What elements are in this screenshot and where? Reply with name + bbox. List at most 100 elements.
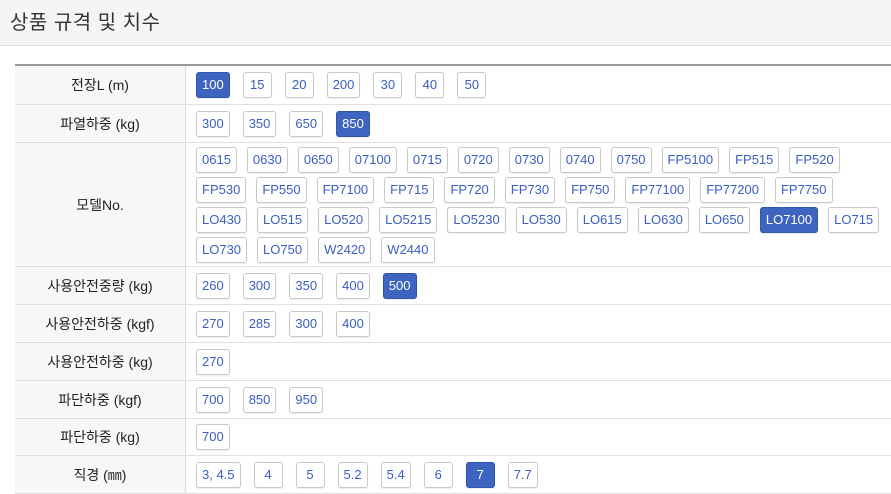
spec-label: 사용안전하중 (kg) xyxy=(15,343,186,380)
page-title: 상품 규격 및 치수 xyxy=(10,12,161,34)
option-button[interactable]: 6 xyxy=(423,461,453,488)
option-button[interactable]: 30 xyxy=(373,72,403,98)
option-button[interactable]: 4 xyxy=(253,461,283,488)
option-button[interactable]: 7 xyxy=(465,461,495,488)
option-button[interactable]: 850 xyxy=(336,110,370,137)
option-group: 700 850 950 xyxy=(186,381,891,418)
option-button[interactable]: FP5100 xyxy=(661,146,720,173)
option-button[interactable]: 270 xyxy=(196,310,230,337)
option-button[interactable]: LO615 xyxy=(576,206,628,233)
option-button[interactable]: 350 xyxy=(242,110,277,137)
option-button[interactable]: 350 xyxy=(289,272,324,299)
spec-label: 전장L (m) xyxy=(15,66,186,104)
option-button[interactable]: LO5230 xyxy=(447,206,506,233)
spec-table: 전장L (m) 100 15 20 200 30 40 50 파열하중 (kg) 300 350 65… xyxy=(15,64,891,494)
option-button[interactable]: 0650 xyxy=(297,146,339,173)
option-button[interactable]: W2420 xyxy=(318,236,372,263)
option-button[interactable]: 100 xyxy=(196,72,230,98)
spec-label: 파열하중 (kg) xyxy=(15,105,186,142)
option-button[interactable]: FP530 xyxy=(196,176,247,203)
spec-row-safe-load-kg: 사용안전하중 (kg) 270 xyxy=(15,343,891,381)
option-group: 3, 4.5 4 5 5.2 5.4 6 7 7.7 xyxy=(186,456,891,493)
spec-row-diameter: 직경 (㎜) 3, 4.5 4 5 5.2 5.4 6 7 7.7 xyxy=(15,456,891,494)
option-group: 270 285 300 400 xyxy=(186,305,891,342)
option-button[interactable]: 850 xyxy=(242,386,277,413)
option-button[interactable]: LO5215 xyxy=(379,206,438,233)
option-button[interactable]: 0740 xyxy=(559,146,601,173)
option-button[interactable]: 0750 xyxy=(610,146,652,173)
option-button[interactable]: LO715 xyxy=(828,206,880,233)
option-button[interactable]: FP720 xyxy=(444,176,495,203)
spec-label: 파단하중 (kg) xyxy=(15,419,186,455)
option-button[interactable]: 20 xyxy=(284,72,314,98)
spec-row-safe-load-kgf: 사용안전하중 (kgf) 270 285 300 400 xyxy=(15,305,891,343)
spec-label: 사용안전중량 (kg) xyxy=(15,267,186,304)
option-button[interactable]: LO430 xyxy=(196,206,248,233)
option-button[interactable]: 3, 4.5 xyxy=(196,461,241,488)
option-button[interactable]: 7.7 xyxy=(507,461,538,488)
option-button[interactable]: LO520 xyxy=(318,206,370,233)
option-group: 300 350 650 850 xyxy=(186,105,891,142)
option-button[interactable]: FP77200 xyxy=(700,176,765,203)
option-button[interactable]: 950 xyxy=(289,386,324,413)
option-button[interactable]: 260 xyxy=(196,272,230,299)
option-button[interactable]: FP730 xyxy=(504,176,556,203)
spec-label: 사용안전하중 (kgf) xyxy=(15,305,186,342)
option-button[interactable]: LO730 xyxy=(196,236,248,263)
option-button[interactable]: 400 xyxy=(336,310,370,337)
spec-row-burst-load: 파열하중 (kg) 300 350 650 850 xyxy=(15,105,891,143)
option-button[interactable]: LO7100 xyxy=(759,206,819,233)
option-button[interactable]: 300 xyxy=(289,310,324,337)
option-button[interactable]: LO650 xyxy=(698,206,750,233)
option-button[interactable]: LO515 xyxy=(257,206,309,233)
option-button[interactable]: 5.2 xyxy=(337,461,368,488)
option-button[interactable]: FP77100 xyxy=(625,176,691,203)
spec-row-length: 전장L (m) 100 15 20 200 30 40 50 xyxy=(15,66,891,105)
option-button[interactable]: 300 xyxy=(242,272,277,299)
option-button[interactable]: FP715 xyxy=(384,176,435,203)
option-button[interactable]: LO750 xyxy=(257,236,309,263)
option-button[interactable]: FP750 xyxy=(565,176,616,203)
option-button[interactable]: 07100 xyxy=(348,146,397,173)
option-button[interactable]: 5 xyxy=(295,461,325,488)
option-button[interactable]: FP7100 xyxy=(316,176,375,203)
option-button[interactable]: 650 xyxy=(289,110,324,137)
option-button[interactable]: 400 xyxy=(336,272,370,299)
option-button[interactable]: 300 xyxy=(196,110,230,137)
spec-row-break-load-kg: 파단하중 (kg) 700 xyxy=(15,419,891,456)
option-group: 270 xyxy=(186,343,891,380)
spec-row-break-load-kgf: 파단하중 (kgf) 700 850 950 xyxy=(15,381,891,419)
option-button[interactable]: 40 xyxy=(415,72,445,98)
spec-label: 파단하중 (kgf) xyxy=(15,381,186,418)
option-group: 260 300 350 400 500 xyxy=(186,267,891,304)
spec-row-model-no: 모델No. 0615 0630 0650 07100 0715 0720 0730 0740 07… xyxy=(15,143,891,267)
option-button[interactable]: 0730 xyxy=(508,146,550,173)
option-button[interactable]: 5.4 xyxy=(380,461,411,488)
option-button[interactable]: 0720 xyxy=(457,146,499,173)
option-button[interactable]: LO630 xyxy=(637,206,689,233)
spec-row-safe-weight: 사용안전중량 (kg) 260 300 350 400 500 xyxy=(15,267,891,305)
option-group: 100 15 20 200 30 40 50 xyxy=(186,66,891,104)
option-button[interactable]: FP520 xyxy=(789,146,840,173)
option-button[interactable]: FP515 xyxy=(729,146,780,173)
option-button[interactable]: 500 xyxy=(382,272,417,299)
option-button[interactable]: 700 xyxy=(196,386,230,413)
option-button[interactable]: FP550 xyxy=(256,176,307,203)
option-button[interactable]: 0615 xyxy=(196,146,237,173)
option-button[interactable]: 50 xyxy=(457,72,487,98)
option-group: 0615 0630 0650 07100 0715 0720 0730 0740 0750 FP5… xyxy=(186,143,891,266)
option-button[interactable]: LO530 xyxy=(515,206,567,233)
spec-label: 모델No. xyxy=(15,143,186,266)
spec-label: 직경 (㎜) xyxy=(15,456,186,493)
page-header: 상품 규격 및 치수 xyxy=(0,0,891,46)
option-button[interactable]: 200 xyxy=(326,72,361,98)
option-button[interactable]: 285 xyxy=(242,310,277,337)
option-button[interactable]: 0715 xyxy=(406,146,448,173)
option-button[interactable]: W2440 xyxy=(381,236,435,263)
option-button[interactable]: 270 xyxy=(196,348,230,375)
option-group: 700 xyxy=(186,419,891,455)
option-button[interactable]: 0630 xyxy=(246,146,288,173)
option-button[interactable]: 15 xyxy=(242,72,272,98)
option-button[interactable]: 700 xyxy=(196,424,230,450)
option-button[interactable]: FP7750 xyxy=(774,176,833,203)
